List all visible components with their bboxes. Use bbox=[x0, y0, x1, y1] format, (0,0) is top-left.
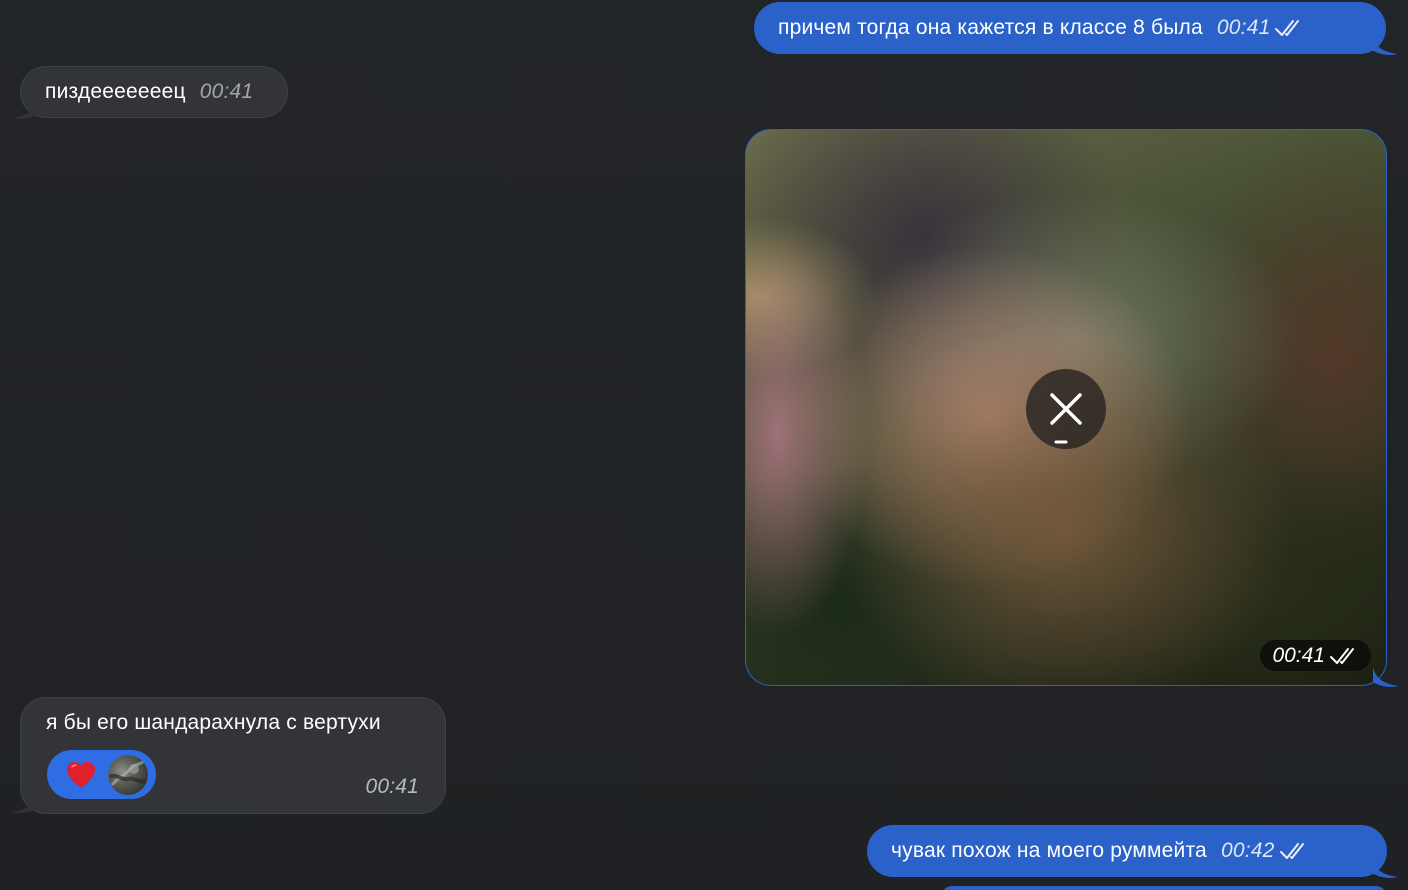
message-row: пиздееееееец 00:41 bbox=[21, 67, 287, 117]
bubble-tail bbox=[1372, 857, 1398, 878]
double-check-icon bbox=[1279, 843, 1304, 859]
message-text: я бы его шандарахнула с вертухи bbox=[46, 711, 381, 734]
outgoing-message[interactable]: чувак похож на моего руммейта 00:42 bbox=[867, 825, 1387, 877]
message-time: 00:41 bbox=[199, 80, 254, 103]
message-text: чувак похож на моего руммейта bbox=[891, 839, 1207, 862]
reactor-avatar bbox=[108, 755, 148, 795]
message-text: причем тогда она кажется в классе 8 была bbox=[778, 16, 1203, 39]
heart-icon bbox=[67, 762, 95, 788]
message-time: 00:41 bbox=[1272, 643, 1325, 667]
photo-time-badge: 00:41 bbox=[1260, 640, 1371, 671]
message-time: 00:41 bbox=[1216, 16, 1271, 39]
bubble-tail bbox=[12, 792, 38, 813]
chat-view: причем тогда она кажется в классе 8 была… bbox=[0, 0, 1408, 890]
double-check-icon bbox=[1330, 647, 1354, 664]
incoming-message[interactable]: я бы его шандарахнула с вертухи 00:41 bbox=[20, 697, 446, 814]
bubble-tail bbox=[1373, 666, 1399, 687]
bubble-tail bbox=[1372, 34, 1398, 55]
close-icon bbox=[1050, 393, 1082, 444]
message-time: 00:41 bbox=[365, 775, 419, 798]
message-time: 00:42 bbox=[1220, 839, 1275, 862]
cancel-download-button[interactable] bbox=[1026, 369, 1106, 449]
message-row: чувак похож на моего руммейта 00:42 bbox=[867, 825, 1387, 877]
bubble-tail bbox=[12, 98, 38, 119]
outgoing-message[interactable]: причем тогда она кажется в классе 8 была… bbox=[754, 2, 1386, 54]
photo-message[interactable]: 00:41 bbox=[745, 129, 1387, 686]
next-message-edge bbox=[942, 886, 1386, 890]
message-text: пиздееееееец bbox=[45, 80, 186, 103]
reaction-pill[interactable] bbox=[47, 750, 156, 799]
double-check-icon bbox=[1275, 20, 1300, 36]
incoming-message[interactable]: пиздееееееец 00:41 bbox=[20, 66, 288, 118]
message-row: причем тогда она кажется в классе 8 была… bbox=[754, 2, 1386, 54]
